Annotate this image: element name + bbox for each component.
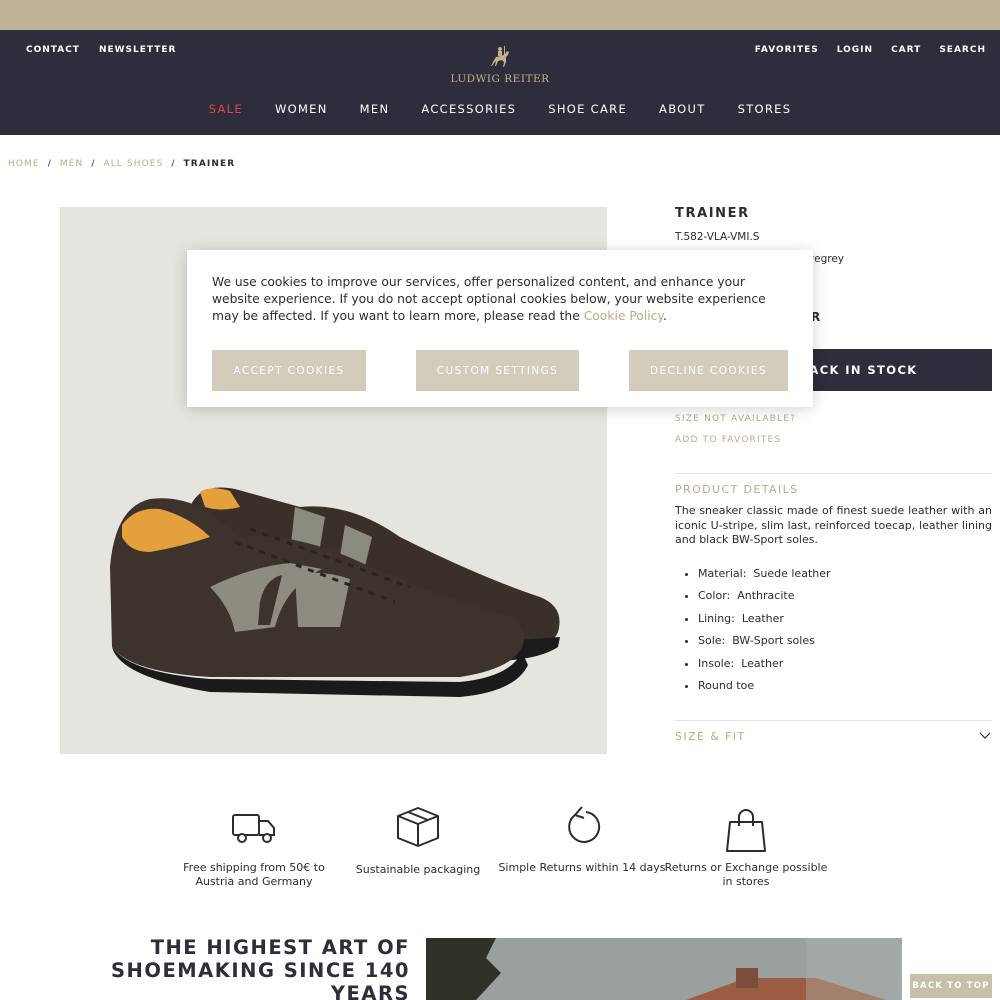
- back-to-top-button[interactable]: BACK TO TOP: [910, 974, 992, 998]
- add-to-favorites-link[interactable]: ADD TO FAVORITES: [675, 435, 781, 445]
- nav-item-accessories[interactable]: ACCESSORIES: [405, 102, 532, 116]
- list-item: Material: Suede leather: [698, 567, 831, 589]
- breadcrumb-separator: /: [47, 159, 52, 169]
- nav-item-shoe-care[interactable]: SHOE CARE: [532, 102, 643, 116]
- feature-returns: Simple Returns within 14 days: [497, 805, 667, 875]
- section-divider: [675, 473, 992, 474]
- feature-shipping: Free shipping from 50€ to Austria and Ge…: [169, 805, 339, 889]
- heritage-photo: [426, 938, 902, 1000]
- cookie-text-end: .: [662, 309, 667, 323]
- brand-logo[interactable]: LUDWIG REITER: [440, 44, 560, 85]
- section-divider: [675, 720, 992, 721]
- detail-value: Suede leather: [753, 567, 831, 580]
- truck-icon: [232, 814, 275, 843]
- size-not-available-link[interactable]: SIZE NOT AVAILABLE?: [675, 414, 796, 424]
- product-details-list: Material: Suede leather Color: Anthracit…: [698, 567, 831, 701]
- contact-link[interactable]: CONTACT: [26, 45, 80, 55]
- breadcrumb-separator: /: [91, 159, 96, 169]
- cart-link[interactable]: CART: [891, 45, 921, 55]
- breadcrumb-men[interactable]: MEN: [60, 159, 83, 169]
- feature-label: Returns or Exchange possible in stores: [664, 861, 828, 888]
- brand-name: LUDWIG REITER: [450, 73, 550, 85]
- breadcrumb-home[interactable]: HOME: [8, 159, 40, 169]
- detail-label: Lining:: [698, 611, 735, 625]
- custom-settings-button[interactable]: CUSTOM SETTINGS: [416, 350, 579, 391]
- accept-cookies-button[interactable]: ACCEPT COOKIES: [212, 350, 366, 391]
- heritage-line-2: SHOEMAKING SINCE 140 YEARS: [111, 959, 410, 1000]
- nav-item-men[interactable]: MEN: [344, 102, 406, 116]
- product-description: The sneaker classic made of finest suede…: [675, 504, 992, 546]
- list-item: Color: Anthracite: [698, 589, 831, 611]
- favorites-link[interactable]: FAVORITES: [755, 45, 819, 55]
- login-link[interactable]: LOGIN: [837, 45, 873, 55]
- top-banner-strip: [0, 0, 1000, 30]
- detail-value: BW-Sport soles: [732, 634, 815, 648]
- size-fit-heading[interactable]: SIZE & FIT: [675, 730, 746, 743]
- building-photo: [426, 938, 902, 1000]
- list-item: Lining: Leather: [698, 612, 831, 634]
- detail-value: Round toe: [698, 678, 755, 692]
- site-header: CONTACT NEWSLETTER LUDWIG REITER FAVORIT…: [0, 30, 1000, 135]
- chevron-down-icon[interactable]: [978, 729, 992, 743]
- heritage-heading: THE HIGHEST ART OF SHOEMAKING SINCE 140 …: [60, 936, 410, 1000]
- nav-item-sale[interactable]: SALE: [193, 102, 259, 116]
- list-item: Sole: BW-Sport soles: [698, 634, 831, 656]
- product-details-heading[interactable]: PRODUCT DETAILS: [675, 483, 799, 496]
- shopping-bag-icon: [726, 809, 766, 852]
- heritage-line-1: THE HIGHEST ART OF: [150, 936, 410, 959]
- nav-item-women[interactable]: WOMEN: [259, 102, 344, 116]
- cookie-text: We use cookies to improve our services, …: [212, 275, 766, 323]
- cookie-policy-link[interactable]: Cookie Policy: [584, 309, 663, 323]
- feature-label: Free shipping from 50€ to Austria and Ge…: [183, 861, 325, 888]
- breadcrumb-separator: /: [171, 159, 176, 169]
- nav-item-stores[interactable]: STORES: [722, 102, 808, 116]
- cookie-message: We use cookies to improve our services, …: [212, 274, 792, 325]
- feature-store-exchange: Returns or Exchange possible in stores: [661, 805, 831, 889]
- header-right-links: FAVORITES LOGIN CART SEARCH: [755, 45, 986, 55]
- header-left-links: CONTACT NEWSLETTER: [26, 45, 177, 55]
- box-icon: [397, 807, 439, 847]
- main-navigation: SALE WOMEN MEN ACCESSORIES SHOE CARE ABO…: [0, 102, 1000, 116]
- product-title: TRAINER: [675, 206, 750, 221]
- nav-item-about[interactable]: ABOUT: [643, 102, 722, 116]
- search-link[interactable]: SEARCH: [939, 45, 986, 55]
- breadcrumb: HOME / MEN / ALL SHOES / TRAINER: [8, 159, 235, 169]
- service-features: Free shipping from 50€ to Austria and Ge…: [0, 805, 1000, 905]
- detail-label: Insole:: [698, 656, 735, 670]
- cookie-consent-dialog: We use cookies to improve our services, …: [187, 250, 813, 407]
- notify-button-label: ACK IN STOCK: [809, 363, 918, 377]
- detail-label: Material:: [698, 567, 747, 580]
- decline-cookies-button[interactable]: DECLINE COOKIES: [629, 350, 788, 391]
- list-item: Insole: Leather: [698, 657, 831, 679]
- horse-rider-logo-icon: [491, 46, 509, 67]
- detail-label: Sole:: [698, 634, 726, 648]
- return-arrow-icon: [568, 806, 601, 843]
- detail-value: Leather: [741, 656, 784, 670]
- newsletter-link[interactable]: NEWSLETTER: [99, 45, 177, 55]
- detail-value: Anthracite: [737, 589, 795, 603]
- detail-label: Color:: [698, 589, 731, 603]
- breadcrumb-current: TRAINER: [183, 159, 236, 169]
- feature-label: Simple Returns within 14 days: [498, 861, 666, 874]
- feature-packaging: Sustainable packaging: [333, 805, 503, 877]
- list-item: Round toe: [698, 679, 831, 701]
- detail-value: Leather: [741, 611, 784, 625]
- product-sku: T.582-VLA-VMI.S: [675, 231, 760, 243]
- feature-label: Sustainable packaging: [355, 863, 481, 876]
- breadcrumb-all-shoes[interactable]: ALL SHOES: [103, 159, 163, 169]
